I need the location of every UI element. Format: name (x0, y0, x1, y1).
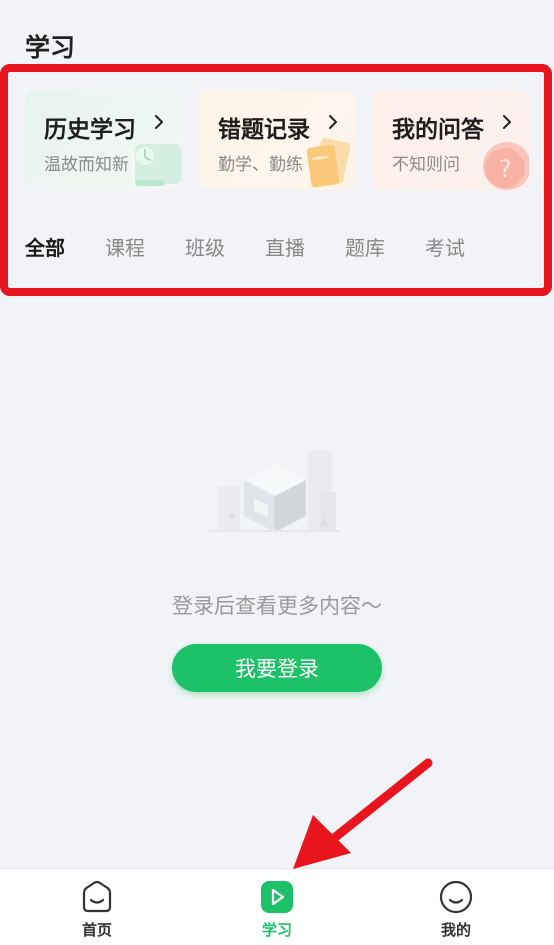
tab-label: 全部 (25, 236, 65, 260)
home-icon (82, 880, 112, 913)
profile-icon (439, 880, 473, 914)
nav-profile[interactable]: 我的 (416, 879, 496, 940)
card-subtitle: 温故而知新 (44, 155, 129, 175)
question-icon: ? (483, 142, 529, 190)
tab-live[interactable]: 直播 (265, 232, 305, 261)
clock-icon (135, 144, 181, 186)
nav-label: 我的 (440, 921, 471, 939)
card-wrong-questions[interactable]: 错题记录 勤学、勤练 (199, 90, 355, 190)
tab-courses[interactable]: 课程 (105, 232, 145, 261)
page-title: 学习 (25, 33, 76, 62)
category-tabs: 全部 课程 班级 直播 题库 考试 (23, 232, 525, 262)
chevron-right-icon (155, 115, 163, 129)
annotation-arrow-icon (293, 758, 433, 869)
quick-entry-cards: 历史学习 温故而知新 错题记录 勤学、勤练 我的问答 不知则问 ? (25, 90, 540, 190)
login-button[interactable]: 我要登录 (172, 644, 382, 692)
nav-label: 学习 (261, 921, 292, 939)
nav-label: 首页 (81, 921, 112, 939)
tab-question-bank[interactable]: 题库 (345, 232, 385, 261)
card-subtitle: 勤学、勤练 (218, 155, 303, 175)
tab-exams[interactable]: 考试 (425, 232, 465, 261)
nav-study[interactable]: 学习 (237, 879, 317, 940)
bottom-nav: 首页 学习 我的 (0, 868, 554, 945)
play-icon (261, 881, 293, 913)
card-subtitle: 不知则问 (392, 155, 460, 175)
study-page: 学习 历史学习 温故而知新 错题记录 勤学、勤练 我的问答 不知则问 ? 全部 … (0, 0, 554, 945)
notebook-icon (306, 138, 351, 188)
chevron-right-icon (503, 115, 511, 129)
svg-text:?: ? (499, 155, 512, 183)
nav-home[interactable]: 首页 (57, 879, 137, 940)
empty-box-icon (210, 450, 340, 532)
card-history-study[interactable]: 历史学习 温故而知新 (25, 90, 181, 190)
card-my-qa[interactable]: 我的问答 不知则问 ? (373, 90, 529, 190)
tab-all[interactable]: 全部 (23, 232, 67, 261)
chevron-right-icon (329, 115, 337, 129)
empty-state-message: 登录后查看更多内容～ (172, 594, 382, 618)
tab-classes[interactable]: 班级 (185, 232, 225, 261)
